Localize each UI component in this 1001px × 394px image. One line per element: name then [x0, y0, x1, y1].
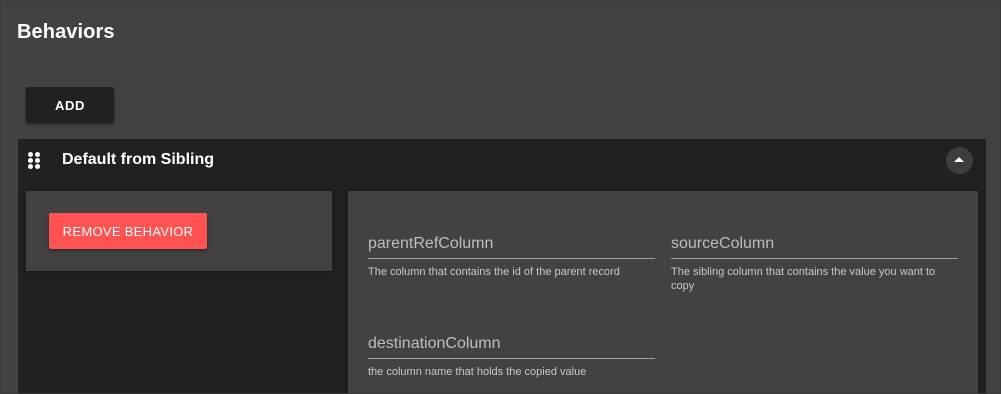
behavior-settings-card: The column that contains the id of the p…	[348, 191, 978, 393]
behaviors-page: Behaviors ADD Default from Sibling REMOV…	[0, 0, 1001, 394]
drag-handle-icon[interactable]	[28, 152, 40, 170]
behavior-actions-card: REMOVE BEHAVIOR	[26, 191, 332, 271]
destination-column-input[interactable]	[368, 329, 655, 359]
parent-ref-column-field: The column that contains the id of the p…	[368, 229, 655, 279]
source-column-input[interactable]	[671, 229, 958, 259]
behavior-panel: Default from Sibling REMOVE BEHAVIOR The…	[18, 139, 986, 393]
destination-column-field: the column name that holds the copied va…	[368, 329, 655, 379]
source-column-hint: The sibling column that contains the val…	[671, 266, 936, 292]
remove-behavior-button[interactable]: REMOVE BEHAVIOR	[49, 213, 207, 249]
behavior-title[interactable]: Default from Sibling	[62, 151, 214, 169]
add-button[interactable]: ADD	[26, 87, 114, 123]
source-column-field: The sibling column that contains the val…	[671, 229, 958, 293]
chevron-up-icon[interactable]	[946, 147, 973, 174]
parent-ref-column-hint: The column that contains the id of the p…	[368, 266, 620, 278]
parent-ref-column-input[interactable]	[368, 229, 655, 259]
destination-column-hint: the column name that holds the copied va…	[368, 366, 587, 378]
page-title: Behaviors	[17, 21, 115, 43]
